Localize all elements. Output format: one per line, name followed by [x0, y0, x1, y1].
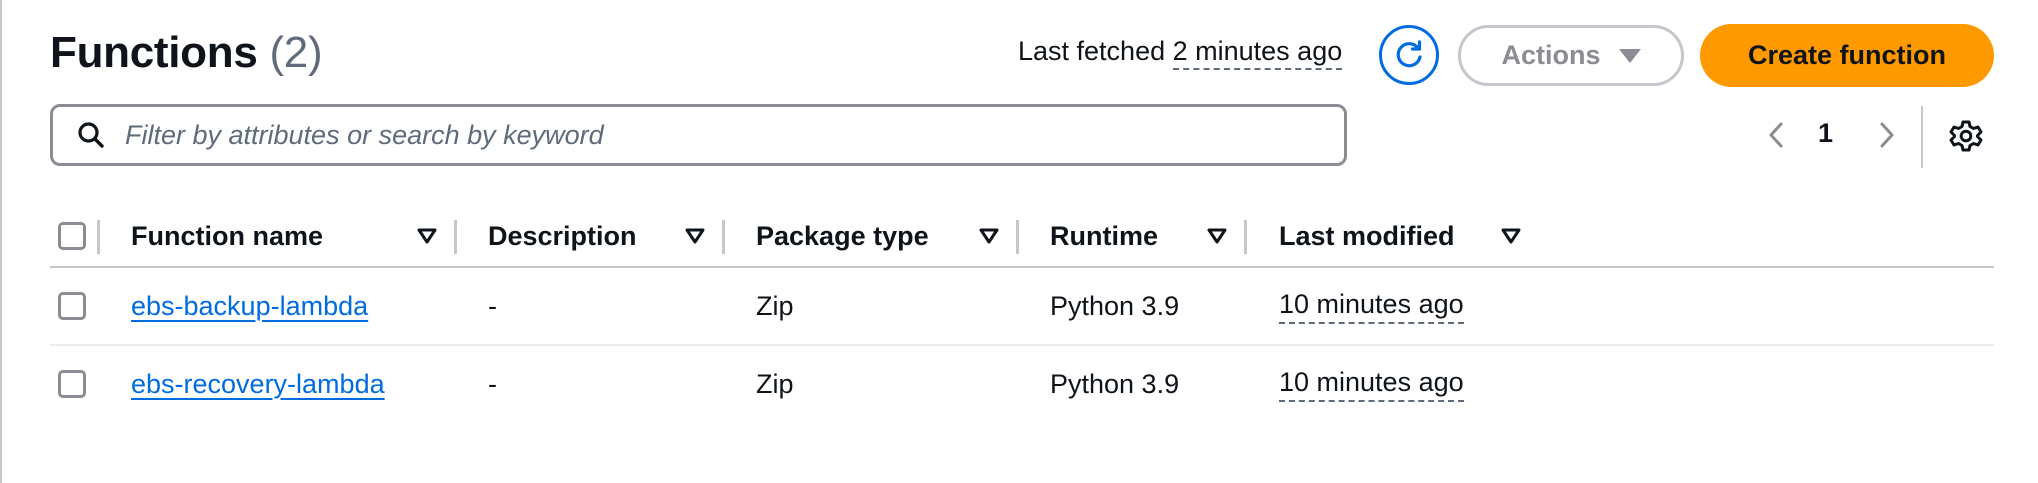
page-title-text: Functions: [50, 28, 258, 77]
function-name-cell: ebs-backup-lambda: [131, 268, 368, 344]
function-name-link[interactable]: ebs-recovery-lambda: [131, 369, 385, 400]
sort-icon[interactable]: [978, 226, 1000, 246]
search-input[interactable]: [123, 118, 1307, 152]
column-header-description[interactable]: Description: [488, 206, 637, 266]
description-cell: -: [488, 290, 497, 321]
column-label: Package type: [756, 220, 929, 251]
last-modified-cell: 10 minutes ago: [1279, 346, 1464, 422]
column-header-function-name[interactable]: Function name: [131, 206, 323, 266]
caret-down-icon: [1618, 48, 1641, 63]
package-type-cell: Zip: [756, 368, 794, 399]
column-label: Last modified: [1279, 220, 1455, 251]
select-all-checkbox[interactable]: [58, 222, 86, 250]
sort-icon[interactable]: [416, 226, 438, 246]
search-icon: [75, 119, 107, 151]
runtime-cell: Python 3.9: [1050, 368, 1180, 399]
table-settings-button[interactable]: [1948, 118, 1984, 154]
column-divider: [1016, 220, 1019, 254]
table-row: ebs-backup-lambda - Zip Python 3.9 10 mi…: [50, 268, 1994, 346]
refresh-icon: [1396, 40, 1422, 68]
create-function-button[interactable]: Create function: [1700, 24, 1994, 87]
package-type-cell: Zip: [756, 290, 794, 321]
last-modified-cell: 10 minutes ago: [1279, 268, 1464, 344]
actions-button-label: Actions: [1501, 40, 1601, 70]
sort-icon[interactable]: [1206, 226, 1228, 246]
pagination-divider: [1921, 106, 1923, 168]
last-fetched-value: 2 minutes ago: [1172, 36, 1343, 70]
column-divider: [1244, 220, 1247, 254]
column-label: Runtime: [1050, 220, 1158, 251]
current-page-number[interactable]: 1: [1818, 118, 1833, 149]
refresh-button[interactable]: [1379, 25, 1439, 85]
column-header-runtime[interactable]: Runtime: [1050, 206, 1158, 266]
chevron-left-icon: [1769, 122, 1783, 148]
function-name-cell: ebs-recovery-lambda: [131, 346, 385, 422]
column-divider: [454, 220, 457, 254]
table-row: ebs-recovery-lambda - Zip Python 3.9 10 …: [50, 346, 1994, 422]
runtime-cell: Python 3.9: [1050, 290, 1180, 321]
function-name-link[interactable]: ebs-backup-lambda: [131, 291, 368, 322]
page-title: Functions (2): [50, 28, 323, 78]
gear-icon: [1949, 120, 1983, 152]
next-page-button[interactable]: [1872, 118, 1902, 152]
row-checkbox[interactable]: [58, 292, 86, 320]
previous-page-button[interactable]: [1761, 118, 1791, 152]
table-header: Function name Description Package type R…: [50, 206, 1994, 268]
column-header-last-modified[interactable]: Last modified: [1279, 206, 1455, 266]
column-label: Function name: [131, 220, 324, 251]
column-header-package-type[interactable]: Package type: [756, 206, 929, 266]
last-modified-value: 10 minutes ago: [1279, 289, 1464, 324]
create-function-label: Create function: [1747, 40, 1947, 70]
last-fetched: Last fetched 2 minutes ago: [1018, 36, 1343, 70]
chevron-right-icon: [1880, 122, 1894, 148]
column-divider: [722, 220, 725, 254]
row-checkbox[interactable]: [58, 370, 86, 398]
function-count: (2): [269, 28, 323, 77]
column-divider: [97, 220, 100, 254]
sort-icon[interactable]: [1500, 226, 1522, 246]
search-box[interactable]: [50, 104, 1347, 166]
last-fetched-label: Last fetched: [1018, 36, 1166, 66]
actions-button[interactable]: Actions: [1458, 25, 1684, 86]
column-label: Description: [488, 220, 637, 251]
sort-icon[interactable]: [684, 226, 706, 246]
last-modified-value: 10 minutes ago: [1279, 367, 1464, 402]
description-cell: -: [488, 368, 497, 399]
